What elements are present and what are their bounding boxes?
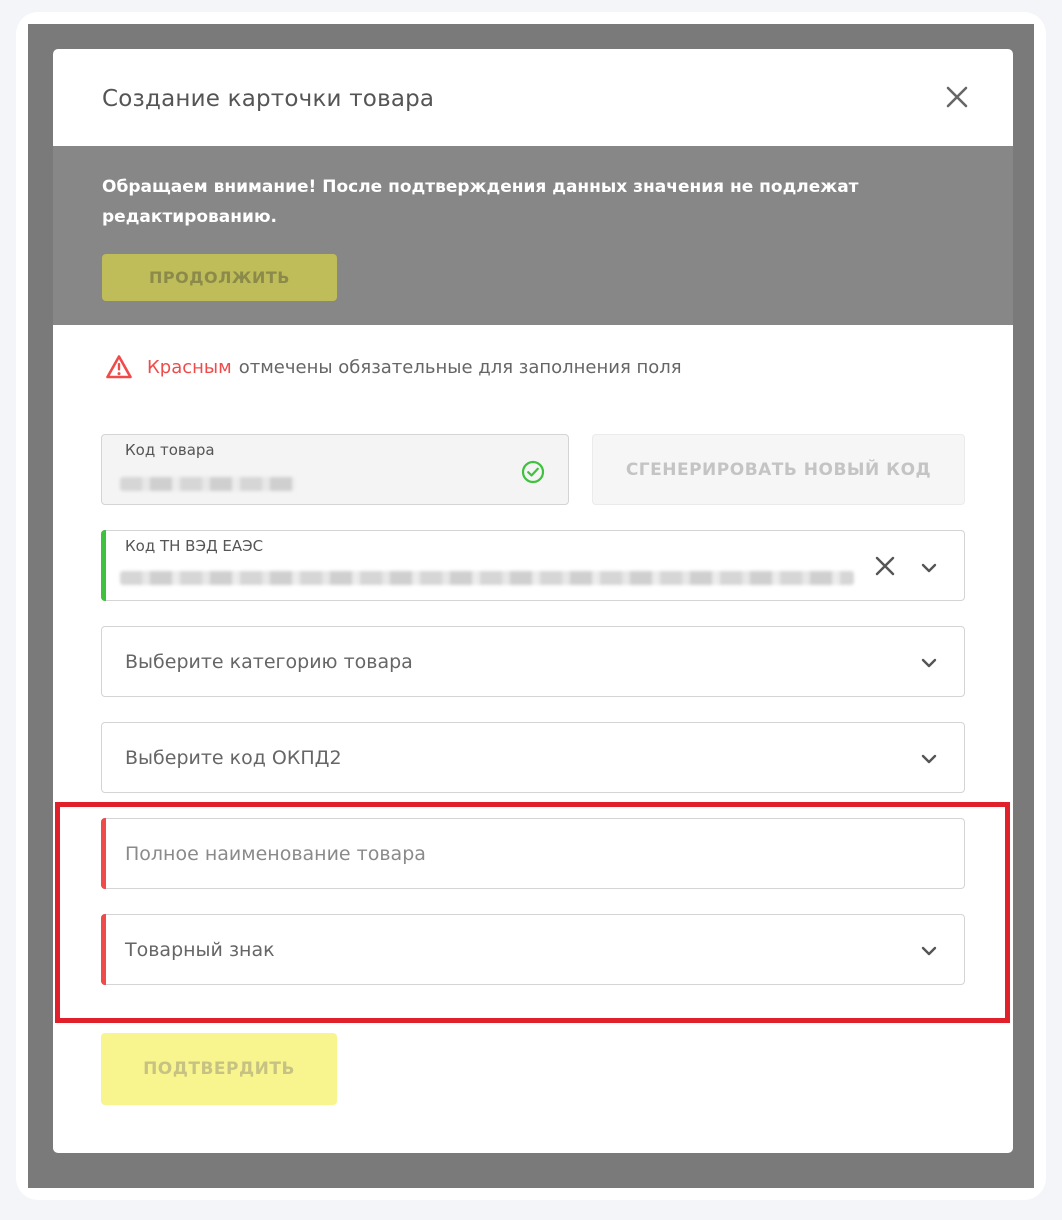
modal-title: Создание карточки товара bbox=[102, 86, 435, 112]
continue-button[interactable]: ПРОДОЛЖИТЬ bbox=[102, 254, 337, 301]
product-code-value-redacted bbox=[120, 477, 295, 491]
tnved-code-value-redacted bbox=[120, 571, 854, 585]
okpd2-placeholder: Выберите код ОКПД2 bbox=[125, 746, 342, 769]
product-code-field[interactable]: Код товара bbox=[101, 434, 569, 505]
warning-triangle-icon bbox=[106, 355, 132, 379]
required-note-text: отмечены обязательные для заполнения пол… bbox=[238, 356, 682, 378]
chevron-down-icon[interactable] bbox=[919, 558, 939, 578]
tnved-code-label: Код ТН ВЭД ЕАЭС bbox=[125, 537, 264, 555]
close-icon bbox=[946, 86, 968, 108]
category-placeholder: Выберите категорию товара bbox=[125, 650, 413, 673]
chevron-down-icon[interactable] bbox=[919, 749, 939, 769]
tnved-code-field[interactable]: Код ТН ВЭД ЕАЭС bbox=[101, 530, 965, 601]
generate-new-code-button[interactable]: СГЕНЕРИРОВАТЬ НОВЫЙ КОД bbox=[592, 434, 965, 505]
modal-header: Создание карточки товара bbox=[53, 49, 1013, 146]
warning-notice: Обращаем внимание! После подтверждения д… bbox=[53, 146, 1013, 325]
required-fields-highlight-box bbox=[55, 802, 1010, 1023]
valid-accent-bar bbox=[101, 530, 106, 601]
required-red-word: Красным bbox=[147, 356, 232, 378]
product-code-label: Код товара bbox=[125, 441, 215, 459]
confirm-button[interactable]: ПОДТВЕРДИТЬ bbox=[101, 1033, 337, 1105]
chevron-down-icon[interactable] bbox=[919, 653, 939, 673]
category-select[interactable]: Выберите категорию товара bbox=[101, 626, 965, 697]
notice-text: Обращаем внимание! После подтверждения д… bbox=[102, 177, 859, 227]
okpd2-select[interactable]: Выберите код ОКПД2 bbox=[101, 722, 965, 793]
check-circle-icon bbox=[521, 460, 545, 484]
clear-icon[interactable] bbox=[874, 555, 896, 577]
create-product-card-modal: Создание карточки товара Обращаем вниман… bbox=[53, 49, 1013, 1153]
required-fields-note: Красным отмечены обязательные для заполн… bbox=[106, 352, 682, 382]
close-button[interactable] bbox=[943, 83, 971, 111]
